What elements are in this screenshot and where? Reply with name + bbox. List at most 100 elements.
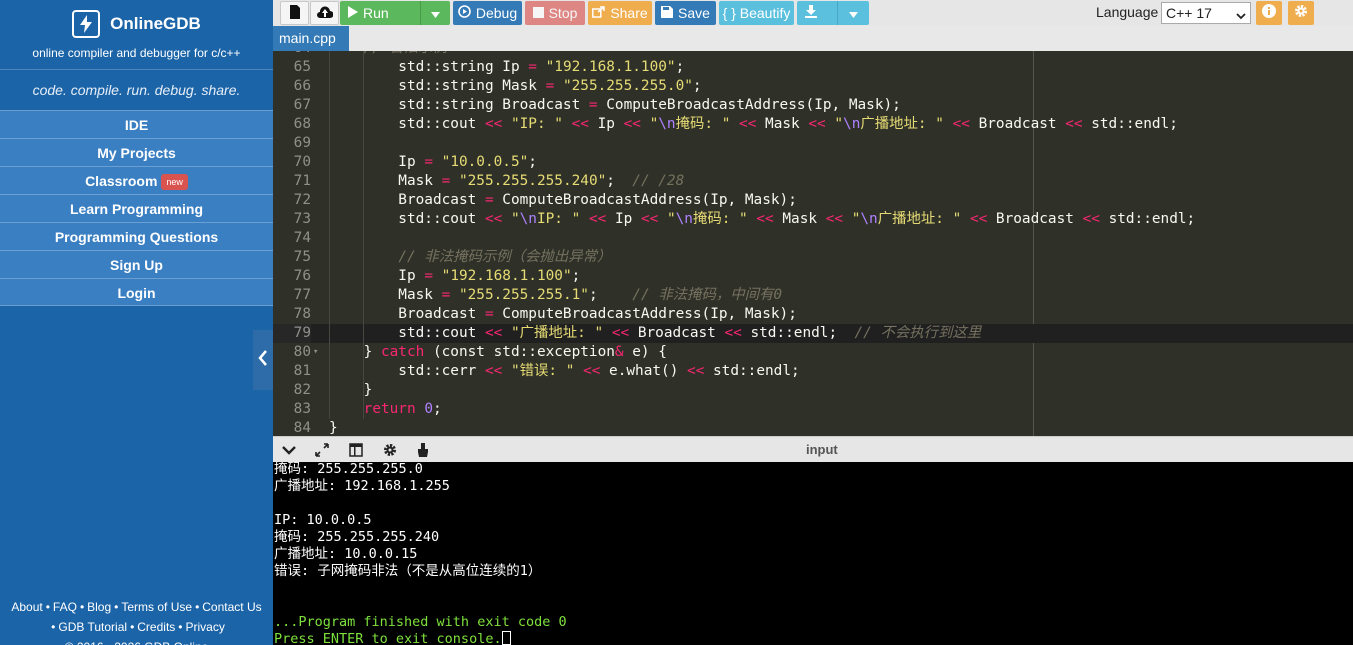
nav-item-my-projects[interactable]: My Projects bbox=[0, 138, 273, 166]
footer-link-about[interactable]: About bbox=[11, 600, 42, 614]
download-button[interactable] bbox=[797, 1, 869, 25]
debug-button[interactable]: Debug bbox=[453, 1, 522, 25]
bolt-icon bbox=[72, 10, 101, 38]
code-line[interactable]: 83 return 0; bbox=[273, 400, 1353, 419]
code-line[interactable]: 81 std::cerr << "错误: " << e.what() << st… bbox=[273, 362, 1353, 381]
console-text: ...Program finished with exit code 0 bbox=[274, 614, 567, 630]
code-line[interactable]: 75 // 非法掩码示例（会抛出异常） bbox=[273, 248, 1353, 267]
code-text: Mask = "255.255.255.1"; // 非法掩码，中间有0 bbox=[329, 287, 783, 303]
footer-link-contact[interactable]: Contact Us bbox=[202, 600, 261, 614]
nav-item-ide[interactable]: IDE bbox=[0, 110, 273, 138]
footer-link-terms[interactable]: Terms of Use bbox=[121, 600, 192, 614]
code-text: std::string Mask = "255.255.255.0"; bbox=[329, 78, 702, 94]
footer-separator: • bbox=[114, 600, 119, 614]
nav-item-sign-up[interactable]: Sign Up bbox=[0, 250, 273, 278]
sidebar-nav: IDE My Projects Classroom new Learn Progr… bbox=[0, 110, 273, 306]
code-line[interactable]: 84} bbox=[273, 419, 1353, 436]
footer-link-privacy[interactable]: Privacy bbox=[185, 620, 224, 634]
line-number: 66 bbox=[293, 78, 311, 94]
code-text: } bbox=[329, 382, 373, 398]
language-select[interactable]: C++ 17 bbox=[1161, 2, 1251, 24]
nav-item-classroom[interactable]: Classroom new bbox=[0, 166, 273, 194]
io-mode-label: input bbox=[806, 442, 838, 457]
language-label: Language bbox=[1096, 4, 1159, 20]
footer-separator: • bbox=[178, 620, 183, 634]
line-number: 69 bbox=[293, 135, 311, 151]
code-line[interactable]: 78 Broadcast = ComputeBroadcastAddress(I… bbox=[273, 305, 1353, 324]
console-text: 错误: 子网掩码非法（不是从高位连续的1） bbox=[274, 563, 542, 579]
share-button[interactable]: Share bbox=[588, 1, 652, 25]
expand-icon[interactable] bbox=[313, 442, 331, 458]
save-button[interactable]: Save bbox=[655, 1, 716, 25]
code-line[interactable]: 77 Mask = "255.255.255.1"; // 非法掩码，中间有0 bbox=[273, 286, 1353, 305]
footer-separator: • bbox=[51, 620, 56, 634]
floppy-disk-icon bbox=[661, 5, 674, 21]
code-text: Ip = "192.168.1.100"; bbox=[329, 268, 581, 284]
code-line[interactable]: 72 Broadcast = ComputeBroadcastAddress(I… bbox=[273, 191, 1353, 210]
footer-link-credits[interactable]: Credits bbox=[137, 620, 175, 634]
code-line[interactable]: 66 std::string Mask = "255.255.255.0"; bbox=[273, 77, 1353, 96]
new-file-button[interactable] bbox=[280, 1, 309, 25]
info-icon bbox=[1262, 3, 1276, 23]
footer-separator: • bbox=[79, 600, 85, 614]
download-options-dropdown[interactable] bbox=[837, 1, 869, 25]
output-console[interactable]: 掩码: 255.255.255.0 广播地址: 192.168.1.255 IP: … bbox=[273, 462, 1353, 645]
download-icon bbox=[805, 5, 817, 21]
file-icon bbox=[289, 4, 301, 22]
layout-icon[interactable] bbox=[347, 442, 365, 458]
code-editor[interactable]: 64 // 合法示例65 std::string Ip = "192.168.1… bbox=[273, 51, 1353, 436]
code-line[interactable]: 74 bbox=[273, 229, 1353, 248]
line-number: 78 bbox=[293, 306, 311, 322]
indent-guide bbox=[329, 51, 330, 419]
code-line[interactable]: 79 std::cout << "广播地址: " << Broadcast <<… bbox=[273, 324, 1353, 343]
code-line[interactable]: 82 } bbox=[273, 381, 1353, 400]
code-text: std::cout << "广播地址: " << Broadcast << st… bbox=[329, 325, 982, 341]
line-number: 74 bbox=[293, 230, 311, 246]
code-line[interactable]: 65 std::string Ip = "192.168.1.100"; bbox=[273, 58, 1353, 77]
code-line[interactable]: 76 Ip = "192.168.1.100"; bbox=[273, 267, 1353, 286]
share-icon bbox=[592, 5, 606, 21]
beautify-label: { } Beautify bbox=[722, 5, 791, 21]
brand-header[interactable]: OnlineGDB online compiler and debugger f… bbox=[0, 0, 273, 70]
code-line[interactable]: 64 // 合法示例 bbox=[273, 51, 1353, 58]
gear-icon[interactable] bbox=[381, 442, 399, 458]
footer-separator: • bbox=[130, 620, 135, 634]
io-toolbar: input bbox=[273, 436, 1353, 462]
code-text: } bbox=[329, 420, 338, 436]
clear-console-icon[interactable] bbox=[414, 442, 432, 458]
footer-link-blog[interactable]: Blog bbox=[87, 600, 111, 614]
code-line[interactable]: 73 std::cout << "\nIP: " << Ip << "\n掩码:… bbox=[273, 210, 1353, 229]
footer-link-faq[interactable]: FAQ bbox=[53, 600, 77, 614]
nav-item-programming-questions[interactable]: Programming Questions bbox=[0, 222, 273, 250]
run-options-dropdown[interactable] bbox=[420, 1, 450, 25]
footer-link-gdb-tutorial[interactable]: GDB Tutorial bbox=[58, 620, 127, 634]
run-button[interactable]: Run bbox=[340, 1, 450, 25]
code-line[interactable]: 68 std::cout << "IP: " << Ip << "\n掩码: "… bbox=[273, 115, 1353, 134]
beautify-button[interactable]: { } Beautify bbox=[719, 1, 794, 25]
code-line[interactable]: 69 bbox=[273, 134, 1353, 153]
code-line[interactable]: 70 Ip = "10.0.0.5"; bbox=[273, 153, 1353, 172]
fold-arrow-icon[interactable]: ▾ bbox=[313, 343, 318, 362]
file-tab-bar: main.cpp bbox=[273, 26, 1353, 51]
code-line[interactable]: 67 std::string Broadcast = ComputeBroadc… bbox=[273, 96, 1353, 115]
tab-main-cpp[interactable]: main.cpp bbox=[273, 26, 349, 51]
line-number: 77 bbox=[293, 287, 311, 303]
brand-name: OnlineGDB bbox=[110, 14, 201, 33]
indent-guide bbox=[363, 51, 364, 419]
chevron-left-icon bbox=[258, 349, 268, 372]
code-line[interactable]: 71 Mask = "255.255.255.240"; // /28 bbox=[273, 172, 1353, 191]
caret-down-icon bbox=[431, 5, 440, 21]
collapse-sidebar-button[interactable] bbox=[253, 330, 273, 390]
info-button[interactable] bbox=[1256, 1, 1282, 25]
code-line[interactable]: 80 ▾ } catch (const std::exception& e) { bbox=[273, 343, 1353, 362]
upload-button[interactable] bbox=[310, 1, 339, 25]
nav-item-login[interactable]: Login bbox=[0, 278, 273, 306]
sidebar-footer: About • FAQ • Blog • Terms of Use • Contact Us •… bbox=[0, 597, 273, 645]
footer-separator: • bbox=[195, 600, 200, 614]
settings-button[interactable] bbox=[1288, 1, 1314, 25]
language-value: C++ 17 bbox=[1166, 5, 1212, 21]
chevron-down-icon[interactable] bbox=[280, 442, 298, 458]
nav-item-learn-programming[interactable]: Learn Programming bbox=[0, 194, 273, 222]
stop-button[interactable]: Stop bbox=[525, 1, 585, 25]
console-text: 掩码: 255.255.255.240 bbox=[274, 529, 440, 545]
